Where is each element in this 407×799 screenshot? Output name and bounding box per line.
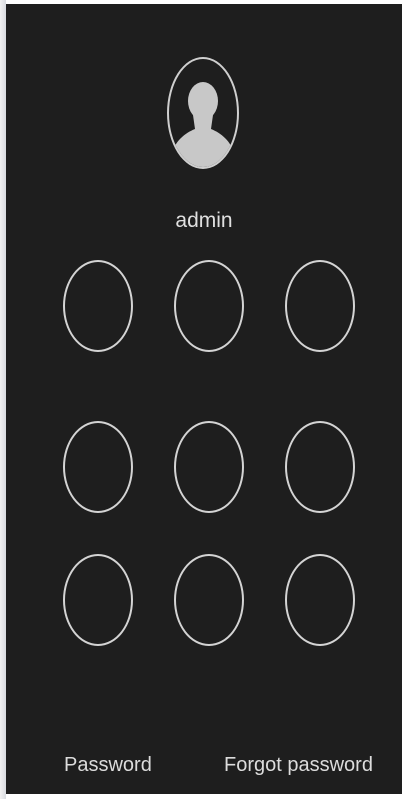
pattern-dot-2[interactable] <box>174 260 244 352</box>
pattern-dot-7[interactable] <box>63 554 133 646</box>
password-login-link[interactable]: Password <box>64 754 152 777</box>
pattern-login-screen: admin Password Forgot password <box>6 4 402 794</box>
pattern-grid[interactable] <box>63 260 359 678</box>
pattern-dot-9[interactable] <box>285 554 355 646</box>
username-label: admin <box>175 209 233 232</box>
pattern-dot-8[interactable] <box>174 554 244 646</box>
forgot-password-link[interactable]: Forgot password <box>224 754 373 777</box>
pattern-dot-6[interactable] <box>285 421 355 513</box>
pattern-dot-1[interactable] <box>63 260 133 352</box>
pattern-dot-4[interactable] <box>63 421 133 513</box>
pattern-dot-3[interactable] <box>285 260 355 352</box>
pattern-dot-5[interactable] <box>174 421 244 513</box>
avatar <box>167 57 239 169</box>
user-silhouette-icon <box>171 82 235 167</box>
